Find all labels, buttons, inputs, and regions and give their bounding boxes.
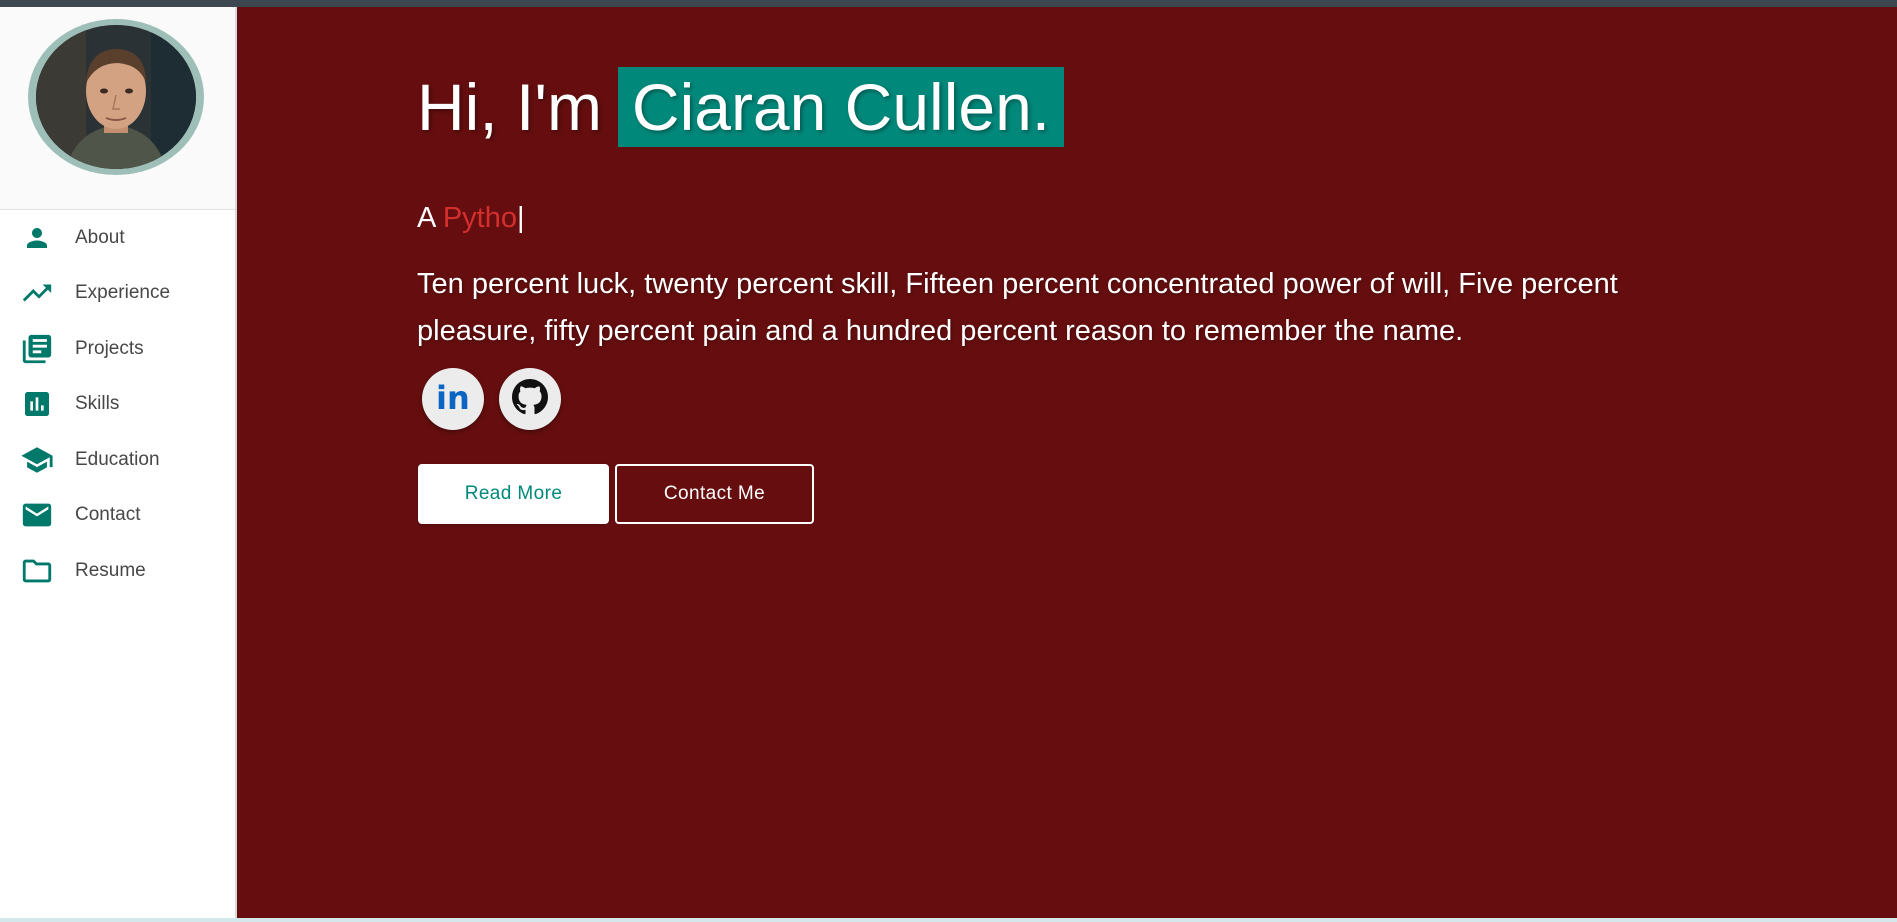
- folder-icon: [20, 554, 54, 588]
- sidebar-item-label: About: [75, 226, 125, 248]
- sidebar-item-label: Skills: [75, 393, 120, 415]
- hero-quote: Ten percent luck, twenty percent skill, …: [417, 268, 1618, 347]
- sidebar-item-about[interactable]: About: [0, 210, 235, 266]
- linkedin-link[interactable]: in: [422, 368, 484, 430]
- contact-me-button[interactable]: Contact Me: [615, 464, 814, 524]
- graduation-cap-icon: [20, 443, 54, 477]
- sidebar-item-label: Projects: [75, 337, 144, 359]
- sidebar-item-label: Resume: [75, 559, 146, 581]
- sidebar: About Experience Projects Skills Educati…: [0, 7, 237, 918]
- linkedin-text: in: [436, 379, 470, 415]
- sidebar-item-skills[interactable]: Skills: [0, 377, 235, 433]
- browser-top-bar: [0, 0, 1897, 7]
- typed-prefix: A: [417, 202, 435, 234]
- read-more-button[interactable]: Read More: [418, 464, 609, 524]
- bar-chart-icon: [20, 387, 54, 421]
- sidebar-item-label: Education: [75, 448, 160, 470]
- github-icon: [512, 378, 548, 420]
- github-link[interactable]: [499, 368, 561, 430]
- sidebar-item-experience[interactable]: Experience: [0, 266, 235, 322]
- sidebar-item-label: Experience: [75, 282, 171, 304]
- greeting-text: Hi, I'm: [417, 70, 602, 144]
- social-links: in: [422, 368, 561, 430]
- person-icon: [20, 221, 54, 255]
- sidebar-item-education[interactable]: Education: [0, 432, 235, 488]
- typed-text: Pytho: [442, 202, 517, 234]
- typed-role: A Pytho|: [417, 202, 525, 235]
- profile-header: [0, 7, 235, 210]
- library-books-icon: [20, 332, 54, 366]
- sidebar-item-projects[interactable]: Projects: [0, 321, 235, 377]
- mail-icon: [20, 498, 54, 532]
- hero-heading: Hi, I'm Ciaran Cullen.: [417, 67, 1065, 147]
- typed-cursor: |: [516, 202, 525, 234]
- sidebar-item-label: Contact: [75, 504, 141, 526]
- name-highlight: Ciaran Cullen.: [617, 67, 1065, 147]
- page-bottom-edge: [0, 918, 1897, 922]
- trending-up-icon: [20, 276, 54, 310]
- sidebar-item-contact[interactable]: Contact: [0, 488, 235, 544]
- linkedin-icon: in: [433, 379, 473, 420]
- avatar: [36, 25, 196, 169]
- sidebar-item-resume[interactable]: Resume: [0, 543, 235, 599]
- sidebar-nav: About Experience Projects Skills Educati…: [0, 210, 235, 599]
- hero-section: Hi, I'm Ciaran Cullen. A Pytho| Ten perc…: [237, 7, 1897, 918]
